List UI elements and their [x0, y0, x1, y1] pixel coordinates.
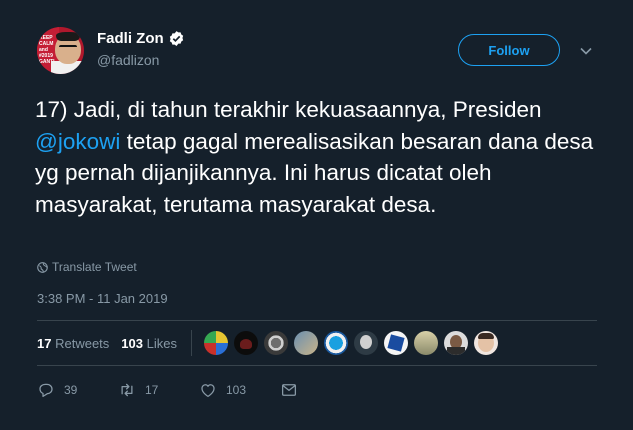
retweets-stat[interactable]: 17 Retweets [37, 336, 109, 351]
stats-separator [190, 330, 192, 356]
likes-label: Likes [146, 335, 177, 351]
like-count: 103 [226, 383, 247, 397]
liker-avatars [203, 331, 504, 355]
author-info: Fadli Zon @fadlizon [97, 30, 185, 68]
follow-button[interactable]: Follow [458, 34, 560, 66]
tweet-text-part: 17) Jadi, di tahun terakhir kekuasaannya… [35, 97, 542, 122]
tweet-text: 17) Jadi, di tahun terakhir kekuasaannya… [35, 94, 605, 220]
translate-tweet-link[interactable]: Translate Tweet [37, 260, 137, 274]
author-handle[interactable]: @fadlizon [97, 52, 185, 68]
liker-avatar[interactable] [353, 331, 378, 355]
avatar-glasses [59, 45, 77, 51]
retweet-button[interactable]: 17 [118, 381, 199, 399]
liker-avatar[interactable] [383, 331, 408, 355]
retweet-icon [121, 383, 133, 397]
liker-avatar[interactable] [233, 331, 258, 355]
reply-icon [39, 383, 53, 398]
mention-link[interactable]: @jokowi [35, 129, 120, 154]
tweet-actions: 39 17 103 [37, 378, 298, 402]
liker-avatar[interactable] [443, 331, 468, 355]
avatar-hat [56, 32, 80, 41]
reply-button[interactable]: 39 [37, 381, 118, 399]
direct-message-button[interactable] [280, 381, 298, 399]
divider [37, 320, 597, 321]
liker-avatar[interactable] [263, 331, 288, 355]
message-icon [281, 384, 297, 396]
author-name[interactable]: Fadli Zon [97, 30, 164, 47]
liker-avatar[interactable] [203, 331, 228, 355]
reply-count: 39 [64, 383, 78, 397]
divider [37, 365, 597, 366]
tweet-stats: 17 Retweets 103 Likes [37, 328, 504, 358]
globe-icon [37, 261, 48, 273]
liker-avatar[interactable] [473, 331, 498, 355]
retweet-count: 17 [145, 383, 159, 397]
retweets-count: 17 [37, 335, 52, 351]
author-avatar[interactable]: KEEP CALM and #2019 GANTI [37, 27, 84, 74]
like-icon [201, 384, 215, 398]
liker-avatar[interactable] [323, 331, 348, 355]
likes-count: 103 [121, 335, 143, 351]
tweet-header: KEEP CALM and #2019 GANTI Fadli Zon @fad… [37, 27, 607, 79]
verified-icon [169, 31, 183, 46]
like-button[interactable]: 103 [199, 381, 280, 399]
retweets-label: Retweets [55, 335, 110, 351]
translate-label: Translate Tweet [52, 260, 137, 274]
chevron-down-icon[interactable] [579, 44, 593, 58]
likes-stat[interactable]: 103 Likes [121, 336, 177, 351]
tweet-timestamp[interactable]: 3:38 PM - 11 Jan 2019 [37, 291, 168, 306]
liker-avatar[interactable] [293, 331, 318, 355]
liker-avatar[interactable] [413, 331, 438, 355]
